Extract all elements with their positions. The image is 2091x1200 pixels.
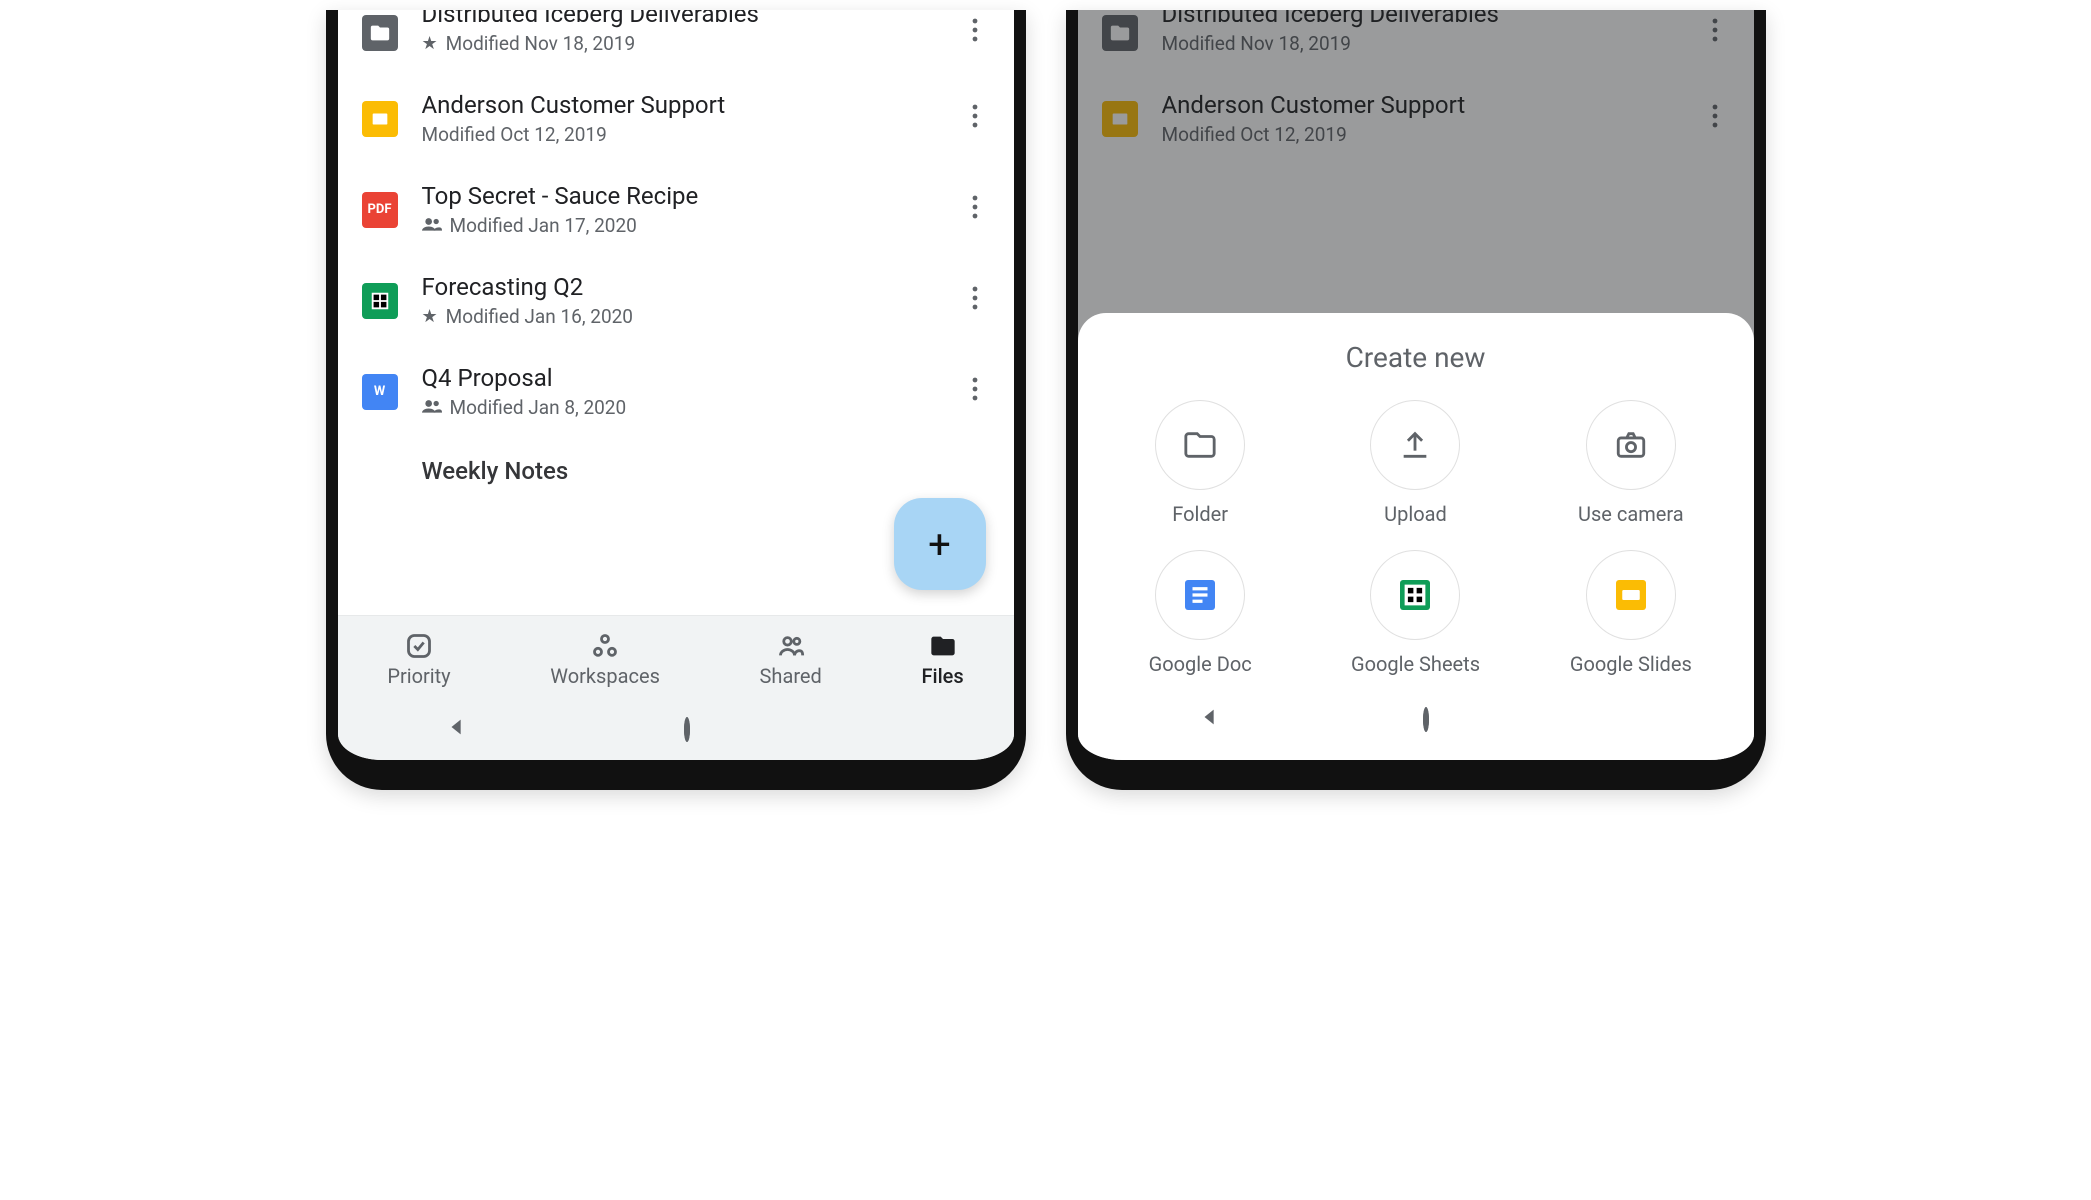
- nav-label: Workspaces: [550, 664, 660, 688]
- file-meta: ★ Modified Jan 16, 2020: [422, 305, 936, 328]
- file-row[interactable]: PDF Top Secret - Sauce Recipe Modified J…: [338, 164, 1014, 255]
- create-new-sheet: Create new Folder Upload: [1078, 313, 1754, 760]
- more-button[interactable]: [960, 18, 990, 48]
- android-nav-bar: [338, 700, 1014, 760]
- folder-icon: [362, 15, 398, 51]
- star-icon: ★: [422, 33, 438, 54]
- nav-label: Priority: [387, 664, 450, 688]
- file-title: Distributed Iceberg Deliverables: [422, 10, 936, 28]
- file-title: Q4 Proposal: [422, 364, 936, 392]
- file-text: Forecasting Q2 ★ Modified Jan 16, 2020: [422, 273, 936, 328]
- option-google-doc[interactable]: Google Doc: [1098, 550, 1303, 682]
- nav-label: Files: [921, 664, 963, 688]
- phone-right: Distributed Iceberg Deliverables Modifie…: [1066, 10, 1766, 790]
- option-upload[interactable]: Upload: [1313, 400, 1518, 532]
- file-row[interactable]: Weekly Notes: [338, 437, 1014, 509]
- android-home-button[interactable]: [684, 720, 690, 739]
- android-home-button[interactable]: [1423, 710, 1429, 729]
- nav-label: Shared: [760, 664, 822, 688]
- more-button[interactable]: [960, 104, 990, 134]
- google-slides-icon: [1586, 550, 1676, 640]
- screen: Distributed Iceberg Deliverables ★ Modif…: [338, 10, 1014, 760]
- file-modified: Modified Oct 12, 2019: [422, 123, 607, 146]
- google-doc-icon: [1155, 550, 1245, 640]
- file-title: Top Secret - Sauce Recipe: [422, 182, 936, 210]
- file-row[interactable]: Distributed Iceberg Deliverables ★ Modif…: [338, 10, 1014, 73]
- file-text: Distributed Iceberg Deliverables ★ Modif…: [422, 10, 936, 55]
- file-row[interactable]: Anderson Customer Support Modified Oct 1…: [338, 73, 1014, 164]
- option-label: Use camera: [1578, 502, 1684, 526]
- upload-icon: [1370, 400, 1460, 490]
- nav-shared[interactable]: Shared: [752, 628, 830, 692]
- file-text: Top Secret - Sauce Recipe Modified Jan 1…: [422, 182, 936, 237]
- option-google-slides[interactable]: Google Slides: [1528, 550, 1733, 682]
- pdf-icon: PDF: [362, 192, 398, 228]
- file-text: Weekly Notes: [422, 457, 990, 489]
- file-modified: Modified Nov 18, 2019: [446, 32, 635, 55]
- file-row[interactable]: Forecasting Q2 ★ Modified Jan 16, 2020: [338, 255, 1014, 346]
- android-nav-bar: [1098, 682, 1734, 750]
- file-modified: Modified Jan 17, 2020: [450, 214, 637, 237]
- create-fab[interactable]: +: [894, 498, 986, 590]
- docs-icon: W: [362, 374, 398, 410]
- file-meta: Modified Oct 12, 2019: [422, 123, 936, 146]
- option-label: Upload: [1384, 502, 1447, 526]
- option-folder[interactable]: Folder: [1098, 400, 1303, 532]
- camera-icon: [1586, 400, 1676, 490]
- shared-icon: [422, 216, 442, 235]
- files-icon: [929, 632, 957, 660]
- phone-left: Distributed Iceberg Deliverables ★ Modif…: [326, 10, 1026, 790]
- option-label: Google Doc: [1149, 652, 1252, 676]
- folder-icon: [1155, 400, 1245, 490]
- file-modified: Modified Jan 16, 2020: [446, 305, 633, 328]
- file-modified: Modified Jan 8, 2020: [450, 396, 627, 419]
- nav-files[interactable]: Files: [913, 628, 971, 692]
- priority-icon: [405, 632, 433, 660]
- slides-icon: [362, 101, 398, 137]
- star-icon: ★: [422, 306, 438, 327]
- shared-icon: [777, 632, 805, 660]
- file-row[interactable]: W Q4 Proposal Modified Jan 8, 2020: [338, 346, 1014, 437]
- sheets-icon: [362, 283, 398, 319]
- option-label: Google Sheets: [1351, 652, 1480, 676]
- more-button[interactable]: [960, 286, 990, 316]
- more-button[interactable]: [960, 195, 990, 225]
- file-title: Weekly Notes: [422, 457, 990, 485]
- bottom-nav: Priority Workspaces Shared Files: [338, 615, 1014, 700]
- file-meta: Modified Jan 17, 2020: [422, 214, 936, 237]
- file-text: Q4 Proposal Modified Jan 8, 2020: [422, 364, 936, 419]
- google-sheets-icon: [1370, 550, 1460, 640]
- nav-workspaces[interactable]: Workspaces: [542, 628, 668, 692]
- file-text: Anderson Customer Support Modified Oct 1…: [422, 91, 936, 146]
- file-meta: ★ Modified Nov 18, 2019: [422, 32, 936, 55]
- more-button[interactable]: [960, 377, 990, 407]
- sheet-title: Create new: [1098, 341, 1734, 374]
- option-camera[interactable]: Use camera: [1528, 400, 1733, 532]
- android-back-button[interactable]: [446, 716, 468, 742]
- screen: Distributed Iceberg Deliverables Modifie…: [1078, 10, 1754, 760]
- option-label: Google Slides: [1570, 652, 1692, 676]
- shared-icon: [422, 398, 442, 417]
- option-label: Folder: [1172, 502, 1228, 526]
- option-google-sheets[interactable]: Google Sheets: [1313, 550, 1518, 682]
- android-back-button[interactable]: [1199, 706, 1221, 732]
- plus-icon: +: [928, 521, 951, 568]
- nav-priority[interactable]: Priority: [379, 628, 458, 692]
- file-title: Forecasting Q2: [422, 273, 936, 301]
- file-meta: Modified Jan 8, 2020: [422, 396, 936, 419]
- options-grid: Folder Upload Use camera: [1098, 400, 1734, 682]
- file-title: Anderson Customer Support: [422, 91, 936, 119]
- workspaces-icon: [591, 632, 619, 660]
